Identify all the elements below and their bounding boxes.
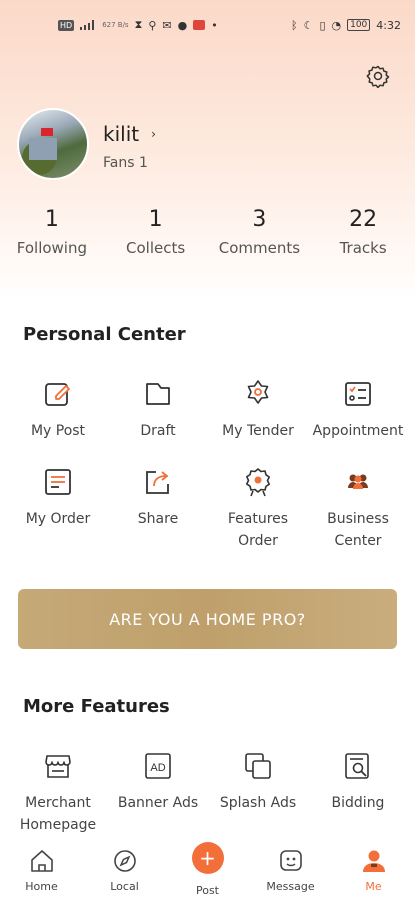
order-list-icon — [42, 466, 74, 498]
stat-value: 1 — [44, 207, 59, 232]
usb-icon: ⚲ — [148, 18, 157, 32]
menu-item-label: My Tender — [222, 423, 294, 439]
splash-icon — [242, 750, 274, 782]
tab-label: Home — [25, 880, 58, 893]
stat-value: 3 — [252, 207, 267, 232]
avatar-house-shape — [29, 138, 57, 160]
speedometer-icon: ◔ — [331, 18, 342, 32]
menu-item-label: Features Order — [227, 511, 289, 549]
badge-star-icon — [242, 378, 274, 410]
search-doc-icon — [342, 750, 374, 782]
more-features-title: More Features — [23, 696, 170, 717]
stat-label: Comments — [218, 239, 301, 257]
chat-app-icon: ● — [177, 18, 188, 32]
menu-item-business-center[interactable]: Business Center — [308, 466, 408, 552]
stat-comments[interactable]: 3 Comments — [208, 205, 312, 257]
status-left: HD 627 B/s ⧗ ⚲ ✉ ● • — [58, 18, 218, 32]
award-icon — [242, 466, 274, 498]
fans-count: Fans 1 — [103, 155, 148, 171]
home-icon — [29, 848, 55, 874]
team-icon — [342, 466, 374, 498]
menu-item-appointment[interactable]: Appointment — [308, 378, 408, 442]
stat-tracks[interactable]: 22 Tracks — [311, 205, 415, 257]
menu-item-my-post[interactable]: My Post — [8, 378, 108, 442]
feature-label: Bidding — [331, 795, 385, 811]
tab-home[interactable]: Home — [0, 840, 83, 900]
feature-merchant-homepage[interactable]: Merchant Homepage — [8, 750, 108, 836]
tab-label: Post — [195, 884, 219, 897]
tab-post[interactable]: + Post — [166, 840, 249, 900]
status-time: 4:32 — [376, 18, 401, 32]
net-speed: 627 B/s — [102, 21, 129, 29]
personal-center-grid: My Post Draft My Tender Appointment My O… — [8, 378, 408, 552]
bottom-tab-bar: Home Local + Post Message Me — [0, 840, 415, 900]
menu-item-share[interactable]: Share — [108, 466, 208, 552]
menu-item-label: Appointment — [312, 423, 404, 439]
feature-banner-ads[interactable]: AD Banner Ads — [108, 750, 208, 836]
moon-icon: ☾ — [303, 18, 314, 32]
menu-item-label: Business Center — [327, 511, 389, 549]
personal-center-title: Personal Center — [23, 324, 186, 345]
feature-label: Splash Ads — [219, 795, 297, 811]
bluetooth-icon: ᛒ — [290, 18, 298, 32]
plus-icon: + — [191, 842, 224, 874]
settings-button[interactable] — [365, 63, 391, 89]
tab-local[interactable]: Local — [83, 840, 166, 900]
home-pro-banner[interactable]: ARE YOU A HOME PRO? — [18, 589, 397, 649]
stat-value: 1 — [148, 207, 163, 232]
stat-collects[interactable]: 1 Collects — [104, 205, 208, 257]
menu-item-label: My Order — [25, 511, 91, 527]
compass-icon — [112, 848, 138, 874]
menu-item-label: Share — [137, 511, 179, 527]
mail-icon: ✉ — [162, 18, 172, 32]
avatar-flag-shape — [41, 128, 53, 136]
stat-label: Tracks — [339, 239, 387, 257]
feature-label: Banner Ads — [117, 795, 199, 811]
more-icon: • — [211, 18, 218, 32]
app-notification-icon — [193, 20, 206, 30]
signal-icon — [80, 20, 95, 30]
edit-icon — [42, 378, 74, 410]
ad-icon: AD — [142, 750, 174, 782]
avatar[interactable] — [17, 108, 89, 180]
stat-value: 22 — [349, 207, 378, 232]
status-right: ᛒ ☾ ▯ ◔ 100 4:32 — [291, 19, 401, 32]
menu-item-my-tender[interactable]: My Tender — [208, 378, 308, 442]
profile-name-row[interactable]: kilit › — [103, 122, 156, 146]
menu-item-draft[interactable]: Draft — [108, 378, 208, 442]
stat-label: Collects — [126, 239, 186, 257]
feature-bidding[interactable]: Bidding — [308, 750, 408, 836]
vibrate-icon: ▯ — [319, 18, 326, 32]
profile-stats: 1 Following 1 Collects 3 Comments 22 Tra… — [0, 205, 415, 257]
feature-splash-ads[interactable]: Splash Ads — [208, 750, 308, 836]
tab-label: Local — [110, 880, 139, 893]
person-icon — [361, 848, 387, 874]
menu-item-my-order[interactable]: My Order — [8, 466, 108, 552]
store-icon — [42, 750, 74, 782]
feature-label: Merchant Homepage — [19, 795, 97, 833]
menu-item-label: Draft — [140, 423, 176, 439]
hourglass-icon: ⧗ — [134, 18, 143, 31]
status-bar: HD 627 B/s ⧗ ⚲ ✉ ● • ᛒ ☾ ▯ ◔ 100 4:32 — [0, 0, 415, 50]
more-features-grid: Merchant Homepage AD Banner Ads Splash A… — [8, 750, 408, 836]
chat-icon — [278, 848, 304, 874]
menu-item-features-order[interactable]: Features Order — [208, 466, 308, 552]
tab-me[interactable]: Me — [332, 840, 415, 900]
checklist-icon — [342, 378, 374, 410]
folder-icon — [142, 378, 174, 410]
tab-label: Me — [365, 880, 382, 893]
hd-icon: HD — [58, 19, 75, 31]
tab-message[interactable]: Message — [249, 840, 332, 900]
gear-icon — [366, 65, 390, 88]
battery-icon: 100 — [347, 19, 371, 31]
menu-item-label: My Post — [30, 423, 86, 439]
stat-following[interactable]: 1 Following — [0, 205, 104, 257]
username: kilit — [103, 122, 140, 146]
svg-text:AD: AD — [150, 762, 165, 774]
chevron-right-icon: › — [151, 127, 156, 141]
tab-label: Message — [266, 880, 315, 893]
share-icon — [142, 466, 174, 498]
stat-label: Following — [16, 239, 87, 257]
